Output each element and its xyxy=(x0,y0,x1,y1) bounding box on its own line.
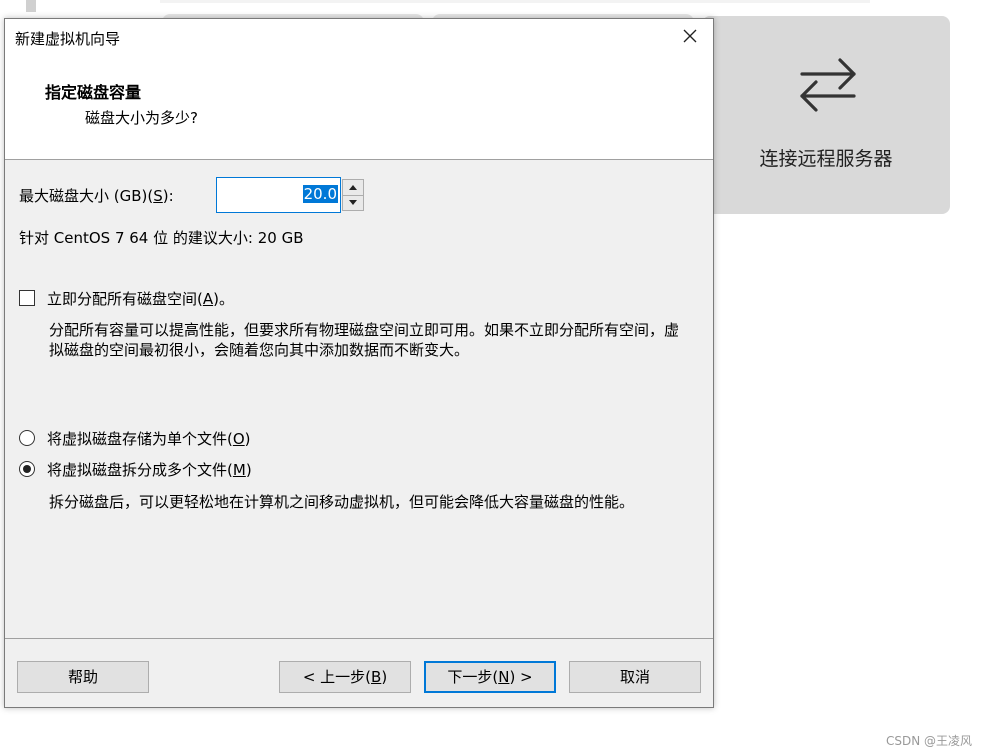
connect-remote-server-card[interactable]: 连接远程服务器 xyxy=(702,16,950,214)
multi-file-label[interactable]: 将虚拟磁盘拆分成多个文件(M) xyxy=(47,459,252,480)
title-bar: 新建虚拟机向导 xyxy=(5,19,713,53)
spinner-arrows[interactable] xyxy=(342,179,364,211)
max-disk-size-input[interactable]: 20.0 xyxy=(216,177,341,213)
allocate-all-label[interactable]: 立即分配所有磁盘空间(A)。 xyxy=(47,288,234,309)
allocate-all-description: 分配所有容量可以提高性能，但要求所有物理磁盘空间立即可用。如果不立即分配所有空间… xyxy=(49,321,680,359)
top-divider xyxy=(160,0,870,3)
swap-arrows-icon xyxy=(800,58,856,112)
scrollbar-stub xyxy=(26,0,36,12)
next-button[interactable]: 下一步(N) > xyxy=(424,661,556,693)
new-vm-wizard-dialog: 新建虚拟机向导 指定磁盘容量 磁盘大小为多少? 最大磁盘大小 (GB)(S): … xyxy=(4,18,714,708)
cancel-button[interactable]: 取消 xyxy=(569,661,701,693)
spin-down-button[interactable] xyxy=(343,195,363,211)
allocate-all-checkbox[interactable] xyxy=(19,290,35,306)
max-size-label: 最大磁盘大小 (GB)(S): xyxy=(19,187,174,205)
caret-down-icon xyxy=(349,200,357,205)
watermark: CSDN @王凌风 xyxy=(885,734,972,748)
spin-up-button[interactable] xyxy=(343,180,363,195)
recommended-size-text: 针对 CentOS 7 64 位 的建议大小: 20 GB xyxy=(19,229,304,247)
back-button[interactable]: < 上一步(B) xyxy=(279,661,411,693)
close-icon[interactable] xyxy=(673,23,707,49)
page-title: 指定磁盘容量 xyxy=(45,83,142,102)
wizard-body: 最大磁盘大小 (GB)(S): 20.0 针对 CentOS 7 64 位 的建… xyxy=(5,160,713,639)
page-subtitle: 磁盘大小为多少? xyxy=(85,109,198,127)
help-button[interactable]: 帮助 xyxy=(17,661,149,693)
max-disk-size-spinner[interactable]: 20.0 xyxy=(216,177,366,213)
multi-file-description: 拆分磁盘后，可以更轻松地在计算机之间移动虚拟机，但可能会降低大容量磁盘的性能。 xyxy=(49,493,635,511)
max-disk-size-value: 20.0 xyxy=(302,185,338,203)
card-label: 连接远程服务器 xyxy=(759,148,893,170)
single-file-label[interactable]: 将虚拟磁盘存储为单个文件(O) xyxy=(47,428,251,449)
single-file-radio[interactable] xyxy=(19,430,35,446)
wizard-footer: 帮助 < 上一步(B) 下一步(N) > 取消 xyxy=(5,639,713,707)
wizard-header: 指定磁盘容量 磁盘大小为多少? xyxy=(5,53,713,160)
multi-file-radio[interactable] xyxy=(19,461,35,477)
dialog-title: 新建虚拟机向导 xyxy=(15,30,121,48)
caret-up-icon xyxy=(349,185,357,190)
